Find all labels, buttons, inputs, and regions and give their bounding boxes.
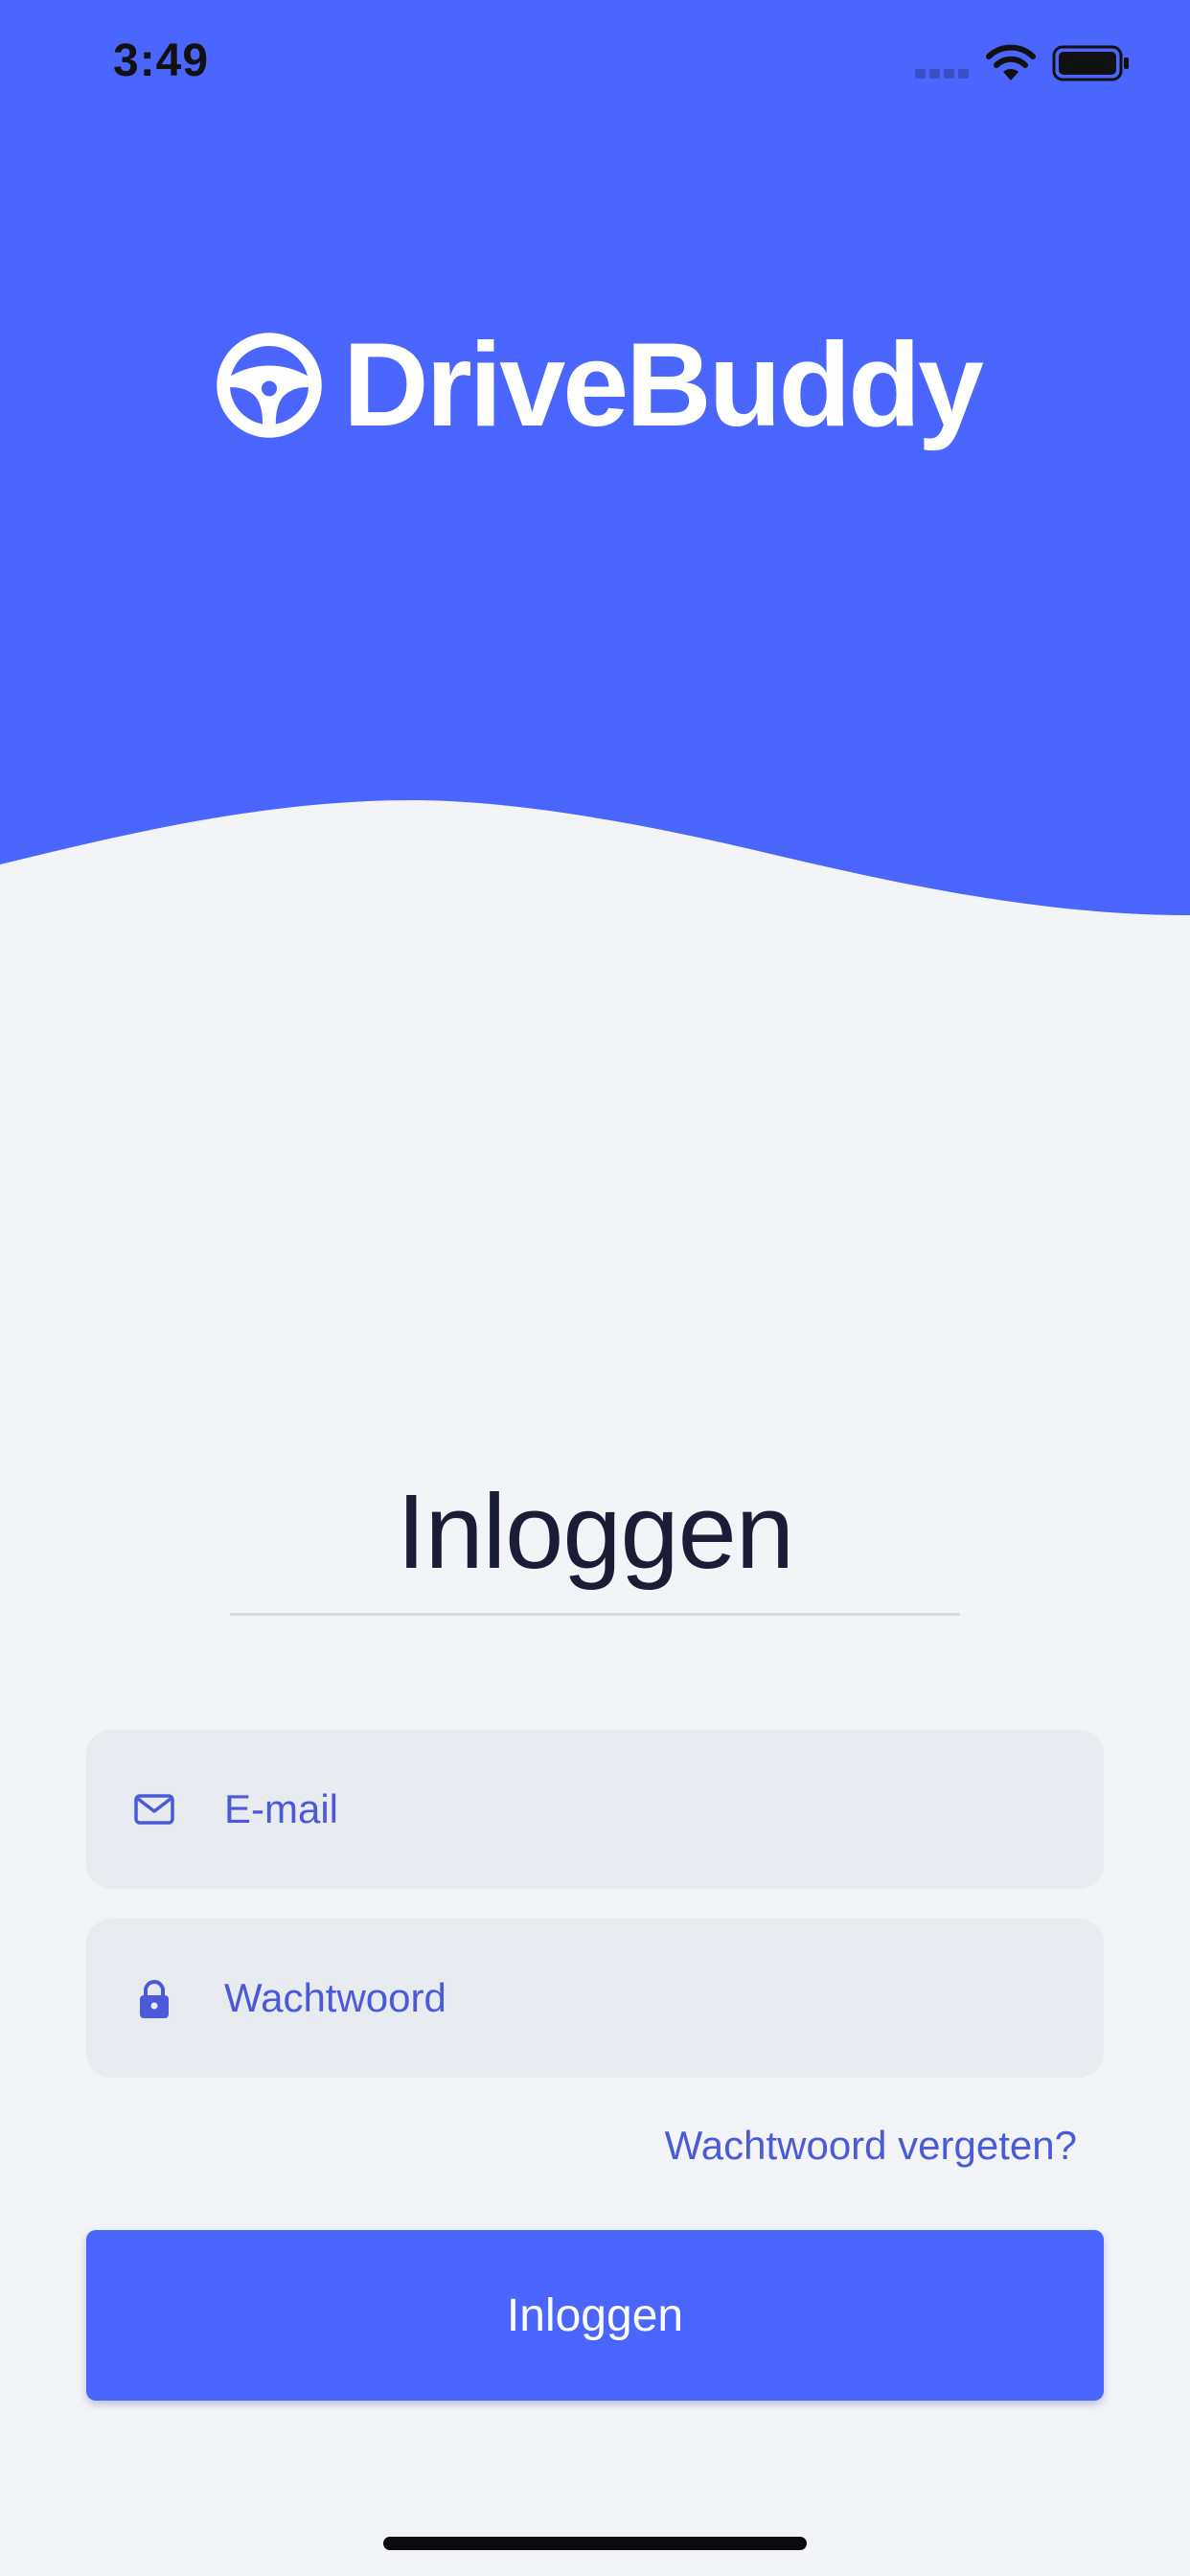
brand-logo: DriveBuddy (215, 319, 984, 451)
battery-icon (1052, 45, 1129, 81)
email-field[interactable] (86, 1730, 1104, 1889)
mail-icon (134, 1794, 174, 1825)
header-wave-background (0, 0, 1190, 915)
cellular-signal-icon (915, 69, 969, 79)
forgot-password-link[interactable]: Wachtwoord vergeten? (665, 2123, 1077, 2169)
wifi-icon (986, 44, 1036, 80)
login-button[interactable]: Inloggen (86, 2230, 1104, 2401)
password-field[interactable] (86, 1919, 1104, 2078)
login-screen: 3:49 DriveBuddy Inloggen E-mail Wachtwoo… (0, 0, 1190, 2576)
steering-wheel-icon (217, 333, 322, 438)
page-title: Inloggen (396, 1472, 794, 1591)
status-time: 3:49 (113, 35, 210, 86)
password-input[interactable] (224, 1975, 1029, 2021)
brand-name: DriveBuddy (343, 319, 984, 451)
title-divider (230, 1613, 960, 1616)
email-input[interactable] (224, 1786, 1029, 1832)
lock-icon (140, 1980, 169, 2018)
home-indicator (383, 2537, 807, 2550)
